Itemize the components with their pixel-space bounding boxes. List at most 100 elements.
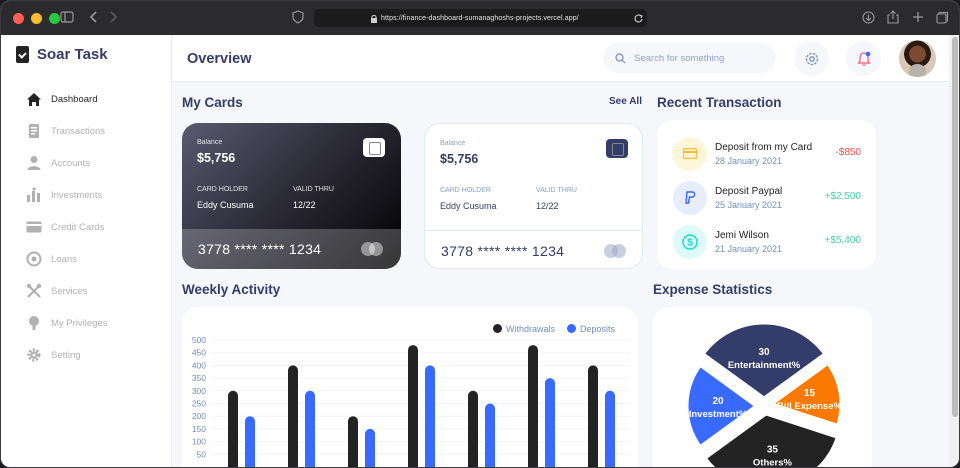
gear-icon — [25, 347, 42, 364]
new-tab-icon[interactable] — [912, 11, 924, 23]
maximize-window-button[interactable] — [49, 12, 60, 24]
tabs-overview-icon[interactable] — [936, 11, 949, 24]
privileges-icon — [25, 315, 42, 332]
sidebar-item-loans[interactable]: Loans — [25, 243, 108, 275]
scrollbar-thumb[interactable] — [952, 37, 958, 417]
credit-card-icon — [25, 219, 42, 236]
services-icon — [25, 283, 42, 300]
y-tick-label: 450 — [192, 348, 206, 358]
sidebar-toggle-icon[interactable] — [60, 11, 74, 23]
sidebar-item-label: Credit Cards — [51, 221, 105, 233]
sidebar-item-label: Dashboard — [51, 93, 98, 105]
card-balance-label: Balance — [197, 139, 223, 146]
svg-text:$: $ — [687, 237, 693, 248]
search-icon — [615, 52, 626, 63]
sidebar-item-setting[interactable]: Setting — [25, 339, 108, 371]
deposit-bar[interactable] — [245, 416, 255, 468]
transaction-item[interactable]: Deposit from my Card 28 January 2021 -$8… — [673, 136, 865, 171]
deposit-bar[interactable] — [305, 390, 315, 468]
expense-pie-chart: 30 Entertainment% 15 Bill Expense% 35 Others%… — [685, 321, 843, 468]
search-input[interactable] — [634, 52, 764, 64]
reload-icon[interactable] — [634, 14, 643, 23]
address-url: https://finance-dashboard-sumanaghoshs-p… — [381, 14, 579, 22]
withdrawal-bar[interactable] — [588, 365, 598, 468]
home-icon — [25, 91, 42, 108]
y-tick-label: 100 — [192, 437, 206, 447]
y-tick-label: 400 — [192, 360, 206, 370]
transaction-date: 28 January 2021 — [715, 155, 783, 166]
transaction-item[interactable]: $ Jemi Wilson 21 January 2021 +$5,400 — [673, 224, 865, 259]
deposit-bar[interactable] — [425, 365, 435, 468]
y-tick-label: 500 — [192, 335, 206, 345]
card-chip-icon — [363, 138, 385, 157]
forward-icon[interactable] — [108, 10, 118, 24]
avatar[interactable] — [899, 40, 936, 77]
settings-button[interactable] — [794, 41, 829, 76]
pie-value-label: 20 — [712, 396, 724, 407]
clipboard-check-icon — [16, 46, 29, 63]
minimize-window-button[interactable] — [31, 12, 42, 24]
sidebar-item-services[interactable]: Services — [25, 275, 108, 307]
sidebar-nav: Dashboard Transactions Accounts Investme… — [25, 83, 108, 371]
sidebar-item-accounts[interactable]: Accounts — [25, 147, 108, 179]
withdrawal-bar[interactable] — [288, 365, 298, 468]
credit-card-light[interactable]: Balance $5,756 CARD HOLDER Eddy Cusuma V… — [424, 123, 643, 269]
page-title: Overview — [187, 51, 252, 67]
see-all-link[interactable]: See All — [609, 96, 642, 107]
card-balance-label: Balance — [440, 140, 466, 147]
withdrawal-bar[interactable] — [468, 390, 478, 468]
card-valid-label: VALID THRU — [536, 187, 577, 194]
close-window-button[interactable] — [13, 12, 24, 24]
address-bar[interactable]: https://finance-dashboard-sumanaghoshs-p… — [314, 9, 647, 27]
transaction-item[interactable]: Deposit Paypal 25 January 2021 +$2,500 — [673, 180, 865, 215]
sidebar-item-label: My Privileges — [51, 317, 108, 329]
deposit-bar[interactable] — [485, 403, 495, 468]
withdrawal-bar[interactable] — [228, 390, 238, 468]
top-header: Overview — [173, 35, 949, 82]
sidebar-item-transactions[interactable]: Transactions — [25, 115, 108, 147]
page-scrollbar[interactable] — [949, 35, 959, 467]
gear-icon — [805, 52, 818, 65]
sidebar-item-label: Investments — [51, 189, 103, 201]
sidebar-item-credit-cards[interactable]: Credit Cards — [25, 211, 108, 243]
withdrawal-bar[interactable] — [528, 345, 538, 468]
pie-value-label: 15 — [804, 388, 816, 399]
share-icon[interactable] — [887, 10, 899, 24]
card-valid-thru: 12/22 — [293, 200, 316, 210]
download-icon[interactable] — [862, 11, 875, 24]
sidebar-item-label: Loans — [51, 253, 77, 265]
withdrawal-bar[interactable] — [408, 345, 418, 468]
back-icon[interactable] — [89, 10, 99, 24]
window-controls — [13, 12, 60, 24]
shield-icon[interactable] — [292, 10, 304, 24]
notifications-button[interactable] — [846, 41, 881, 76]
deposit-bar[interactable] — [545, 378, 555, 468]
search-bar[interactable] — [603, 43, 776, 73]
card-holder-label: CARD HOLDER — [197, 186, 248, 193]
brand[interactable]: Soar Task — [16, 46, 108, 63]
transaction-date: 21 January 2021 — [715, 243, 783, 254]
transfer-icon — [25, 123, 42, 140]
sidebar-item-investments[interactable]: Investments — [25, 179, 108, 211]
card-number: 3778 **** **** 1234 — [441, 242, 565, 259]
lock-icon — [371, 14, 377, 23]
recent-transactions-title: Recent Transaction — [657, 95, 782, 110]
card-icon — [673, 136, 707, 171]
card-holder-name: Eddy Cusuma — [197, 200, 254, 210]
pie-category-label: Entertainment% — [728, 360, 801, 371]
expense-statistics-title: Expense Statistics — [653, 282, 773, 297]
y-tick-label: 250 — [192, 399, 206, 409]
card-number: 3778 **** **** 1234 — [198, 241, 322, 257]
sidebar-item-dashboard[interactable]: Dashboard — [25, 83, 108, 115]
transaction-name: Deposit from my Card — [715, 141, 813, 153]
loan-icon — [25, 251, 42, 268]
deposit-bar[interactable] — [605, 390, 615, 468]
pie-category-label: Others% — [753, 458, 793, 468]
user-icon — [25, 155, 42, 172]
withdrawal-bar[interactable] — [348, 416, 358, 468]
deposit-bar[interactable] — [365, 428, 375, 468]
pie-category-label: Bill Expense% — [777, 401, 842, 412]
transaction-amount: +$2,500 — [824, 191, 861, 202]
credit-card-dark[interactable]: Balance $5,756 CARD HOLDER Eddy Cusuma V… — [182, 123, 401, 269]
sidebar-item-privileges[interactable]: My Privileges — [25, 307, 108, 339]
